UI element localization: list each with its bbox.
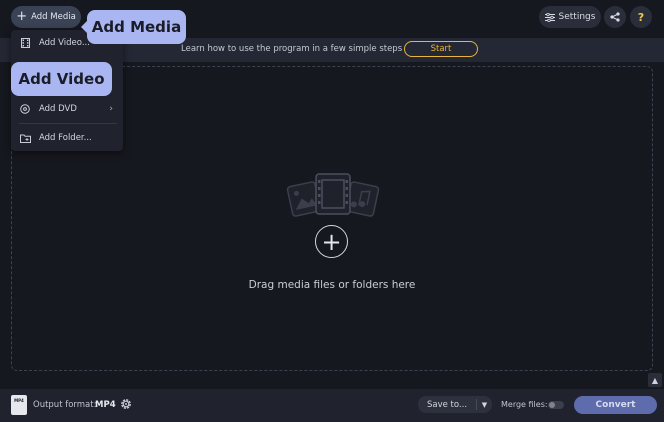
media-files-illustration [286, 173, 380, 217]
menu-item-add-folder[interactable]: Add Folder... [11, 127, 123, 149]
sliders-icon [544, 12, 555, 22]
format-icon-text: MP4 [14, 398, 24, 403]
merge-files-toggle[interactable] [548, 401, 564, 409]
start-button[interactable]: Start [404, 41, 478, 57]
film-icon [11, 38, 39, 48]
gear-icon[interactable] [119, 397, 133, 411]
bottom-bar: MP4 Output format: MP4 Save to... ▼ Merg… [0, 389, 664, 422]
add-video-tooltip: Add Video [11, 62, 112, 96]
merge-files-label: Merge files: [501, 400, 548, 409]
settings-button[interactable]: Settings [539, 6, 601, 28]
banner-text: Learn how to use the program in a few si… [181, 44, 403, 54]
chevron-right-icon: › [109, 104, 113, 114]
menu-divider [19, 123, 117, 124]
output-format-label: Output format: [33, 400, 97, 410]
menu-item-label: Add Video... [39, 38, 90, 48]
help-button[interactable]: ? [630, 6, 652, 28]
add-media-button[interactable]: + Add Media [11, 6, 81, 28]
plus-icon: + [16, 9, 28, 24]
toggle-knob [549, 402, 555, 408]
menu-item-label: Add Folder... [39, 133, 92, 143]
share-button[interactable] [604, 6, 626, 28]
add-media-tooltip: Add Media [81, 10, 186, 44]
add-media-label: Add Media [31, 12, 76, 22]
chevron-up-icon: ▲ [651, 375, 659, 385]
save-to-dropdown[interactable]: Save to... ▼ [418, 396, 492, 413]
add-files-button[interactable]: + [315, 225, 348, 258]
disc-icon [11, 104, 39, 114]
drop-zone-text: Drag media files or folders here [248, 279, 416, 291]
output-format-value[interactable]: MP4 [95, 400, 116, 410]
chevron-down-icon[interactable]: ▼ [477, 401, 492, 409]
scroll-up-button[interactable]: ▲ [648, 373, 662, 387]
menu-item-add-dvd[interactable]: Add DVD › [11, 98, 123, 120]
save-to-label: Save to... [426, 399, 468, 410]
settings-label: Settings [558, 12, 596, 22]
plus-icon: + [321, 227, 342, 256]
folder-icon [11, 134, 39, 143]
format-file-icon: MP4 [11, 395, 27, 415]
question-icon: ? [637, 10, 645, 24]
convert-button[interactable]: Convert [574, 396, 657, 414]
share-icon [610, 12, 620, 22]
menu-item-label: Add DVD [39, 104, 77, 114]
